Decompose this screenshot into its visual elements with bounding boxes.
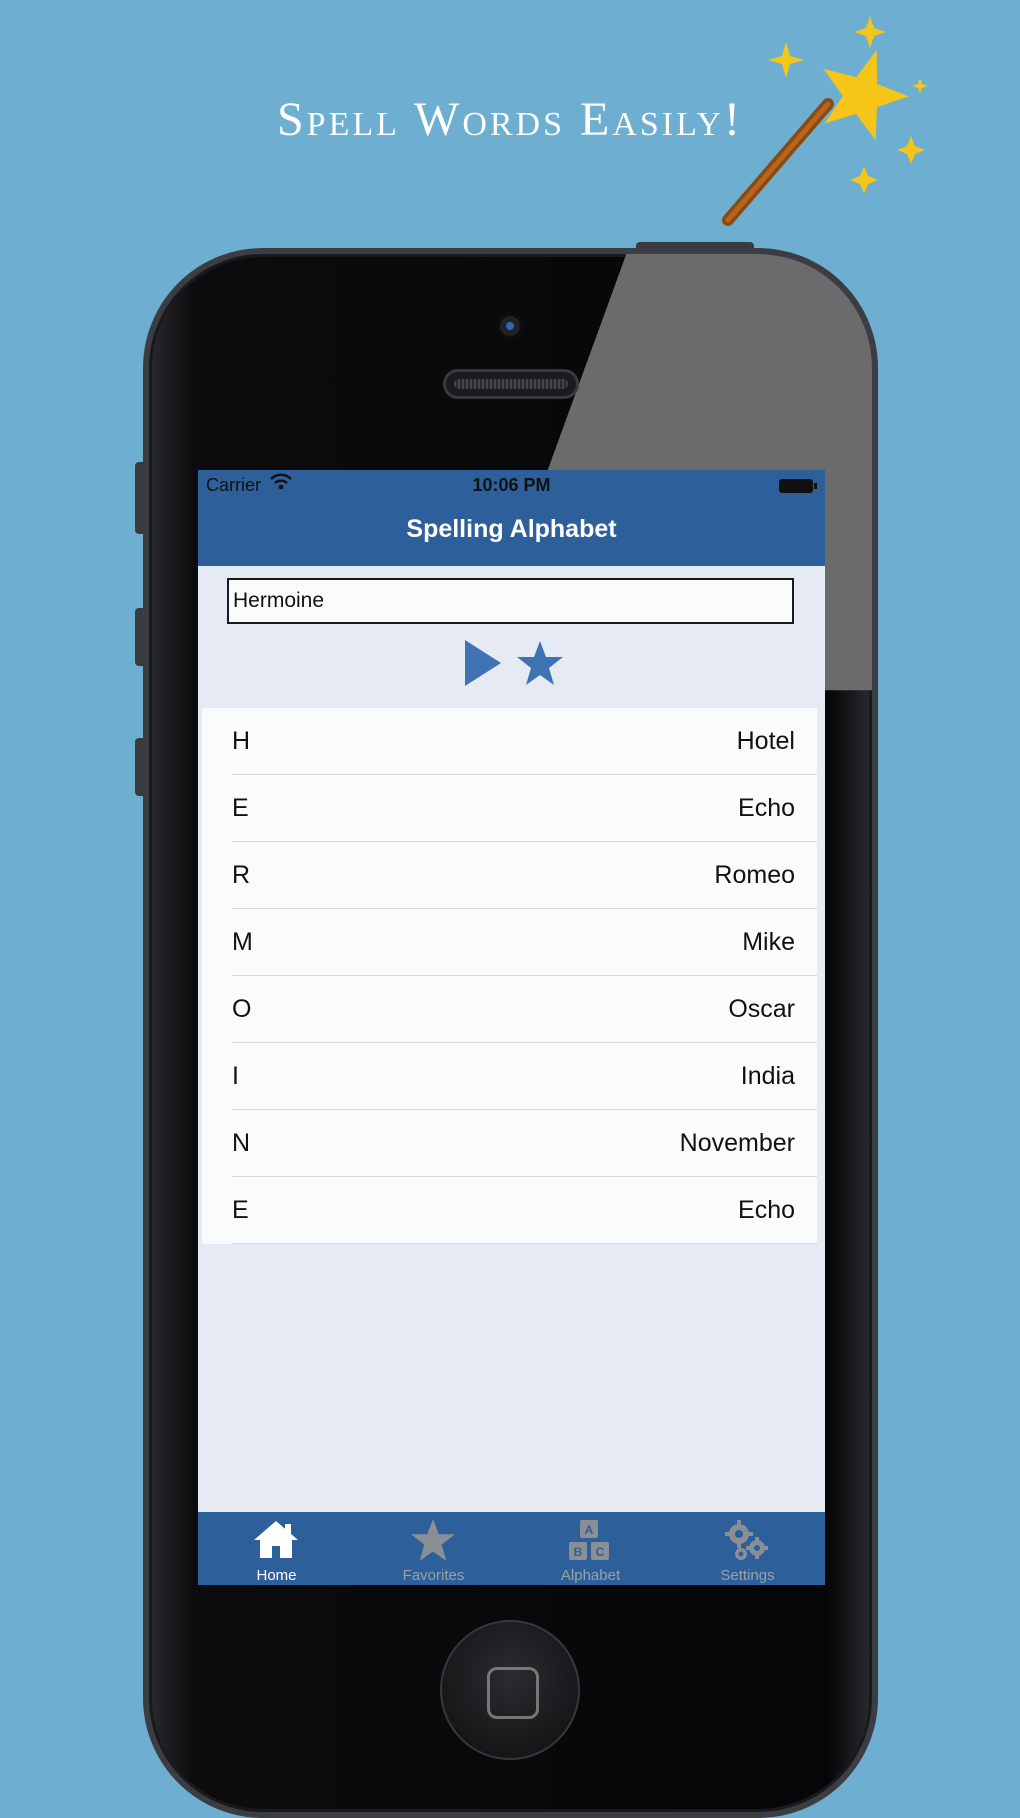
tab-label: Alphabet xyxy=(560,1567,621,1584)
code-word-label: November xyxy=(679,1129,795,1157)
svg-text:A: A xyxy=(585,1523,594,1537)
tab-settings[interactable]: Settings xyxy=(669,1512,825,1585)
letter-label: H xyxy=(232,727,251,755)
tab-home[interactable]: Home xyxy=(198,1512,355,1585)
front-camera xyxy=(496,312,524,340)
tab-label: Favorites xyxy=(402,1567,465,1584)
letter-label: N xyxy=(232,1129,251,1157)
letter-label: E xyxy=(232,794,249,822)
play-icon[interactable] xyxy=(463,638,503,688)
code-word-label: Echo xyxy=(738,1196,795,1224)
code-word-label: Mike xyxy=(742,928,795,956)
list-item[interactable]: H Hotel xyxy=(202,708,817,775)
status-time: 10:06 PM xyxy=(472,475,551,495)
battery-icon xyxy=(779,479,817,493)
tab-label: Home xyxy=(256,1567,297,1584)
list-item[interactable]: M Mike xyxy=(202,909,817,976)
code-word-label: Oscar xyxy=(728,995,795,1023)
list-item[interactable]: O Oscar xyxy=(202,976,817,1043)
tab-bar: Home Favorites A B C Alphabet Settings xyxy=(198,1512,825,1585)
code-word-label: Romeo xyxy=(714,861,795,889)
code-word-label: India xyxy=(740,1062,795,1090)
tab-alphabet[interactable]: A B C Alphabet xyxy=(512,1512,669,1585)
list-item[interactable]: I India xyxy=(202,1043,817,1110)
code-word-label: Echo xyxy=(738,794,795,822)
tab-favorites[interactable]: Favorites xyxy=(355,1512,512,1585)
star-icon[interactable] xyxy=(516,640,564,686)
list-item[interactable]: E Echo xyxy=(202,1177,817,1244)
list-item[interactable]: E Echo xyxy=(202,775,817,842)
abc-blocks-icon: A B C xyxy=(569,1520,609,1560)
app-screen: Carrier 10:06 PM Spelling Alphabet H Hot… xyxy=(198,470,825,1585)
letter-label: E xyxy=(232,1196,249,1224)
letter-label: O xyxy=(232,995,252,1023)
magic-wand-icon xyxy=(722,16,928,226)
star-icon xyxy=(411,1518,455,1562)
nav-title: Spelling Alphabet xyxy=(198,500,825,566)
code-word-label: Hotel xyxy=(736,727,795,755)
controls-row xyxy=(198,638,825,692)
list-item[interactable]: N November xyxy=(202,1110,817,1177)
letter-label: M xyxy=(232,928,253,956)
list-item[interactable]: R Romeo xyxy=(202,842,817,909)
gears-icon xyxy=(725,1520,768,1560)
word-input[interactable] xyxy=(227,578,794,624)
svg-text:B: B xyxy=(574,1545,583,1559)
home-icon xyxy=(254,1521,298,1558)
svg-text:C: C xyxy=(596,1545,605,1559)
letter-label: R xyxy=(232,861,251,889)
earpiece-speaker xyxy=(443,369,579,399)
spelling-list: H Hotel E Echo R Romeo M Mike O Oscar I … xyxy=(202,708,817,1244)
status-bar: Carrier 10:06 PM xyxy=(198,470,825,500)
letter-label: I xyxy=(232,1062,239,1090)
home-button[interactable] xyxy=(440,1620,580,1760)
tab-label: Settings xyxy=(720,1567,775,1584)
